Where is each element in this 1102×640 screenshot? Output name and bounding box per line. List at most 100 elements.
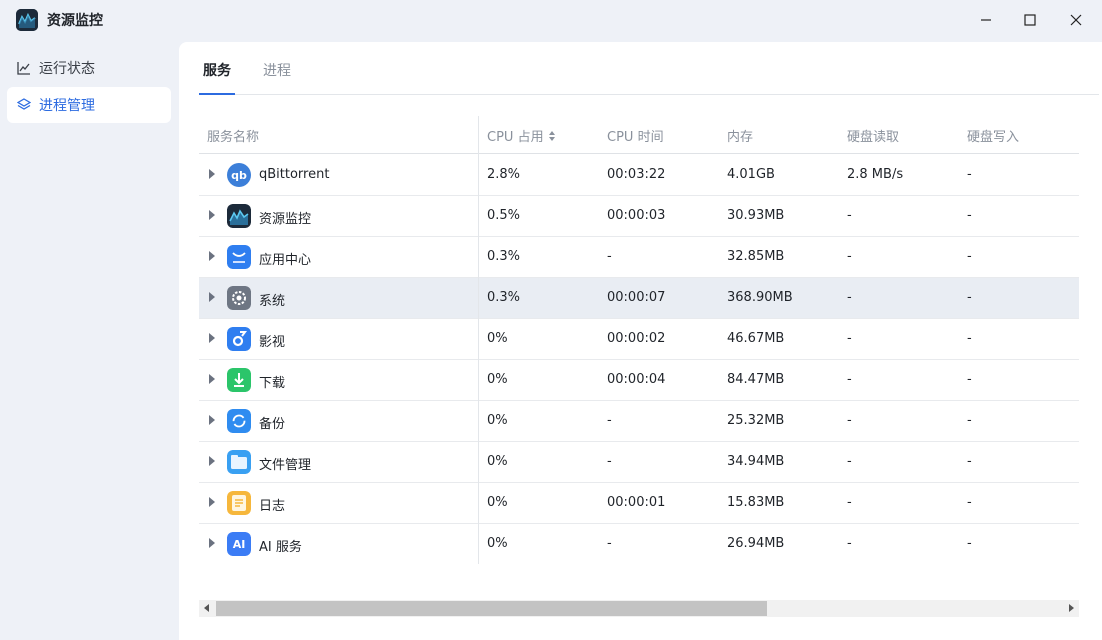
cell-disk-write: - [967, 536, 972, 551]
window-title: 资源监控 [47, 13, 103, 29]
column-header-cpu-time[interactable]: CPU 时间 [607, 126, 664, 145]
cell-memory: 4.01GB [727, 167, 775, 182]
cell-disk-read: - [847, 454, 852, 469]
cell-cpu: 0.3% [487, 290, 521, 305]
expand-caret-icon[interactable] [209, 333, 215, 343]
sidebar-item-label: 进程管理 [39, 98, 95, 114]
cell-disk-write: - [967, 290, 972, 305]
cell-service-name: 系统 [259, 294, 286, 309]
resource-monitor-icon [227, 204, 251, 228]
cell-cpu-time: 00:00:02 [607, 331, 666, 346]
column-header-disk-read[interactable]: 硬盘读取 [847, 126, 899, 145]
cell-disk-write: - [967, 454, 972, 469]
backup-icon [227, 409, 251, 433]
qbittorrent-icon: qb [227, 163, 251, 187]
cell-cpu-time: - [607, 249, 612, 264]
cell-cpu: 0.5% [487, 208, 521, 223]
column-header-memory[interactable]: 内存 [727, 126, 753, 145]
cell-cpu-time: 00:03:22 [607, 167, 666, 182]
log-icon [227, 491, 251, 515]
table-row[interactable]: 下载 0% 00:00:04 84.47MB - - [199, 360, 1079, 401]
expand-caret-icon[interactable] [209, 210, 215, 220]
column-header-disk-write[interactable]: 硬盘写入 [967, 126, 1019, 145]
table-row[interactable]: 应用中心 0.3% - 32.85MB - - [199, 237, 1079, 278]
cell-memory: 34.94MB [727, 454, 785, 469]
sort-icon [548, 130, 555, 141]
cell-disk-write: - [967, 249, 972, 264]
cell-service-name: 资源监控 [259, 212, 312, 227]
sidebar-item-label: 运行状态 [39, 61, 95, 77]
expand-caret-icon[interactable] [209, 538, 215, 548]
table-row[interactable]: 影视 0% 00:00:02 46.67MB - - [199, 319, 1079, 360]
video-icon [227, 327, 251, 351]
cell-service-name: 文件管理 [259, 458, 312, 473]
line-chart-icon [17, 61, 31, 75]
column-header-name[interactable]: 服务名称 [207, 126, 259, 145]
cell-disk-read: - [847, 208, 852, 223]
cell-memory: 84.47MB [727, 372, 785, 387]
scroll-left-icon[interactable] [204, 604, 209, 612]
cell-cpu-time: - [607, 454, 612, 469]
table-row[interactable]: 系统 0.3% 00:00:07 368.90MB - - [199, 278, 1079, 319]
ai-icon: AI [227, 532, 251, 556]
table-row[interactable]: 备份 0% - 25.32MB - - [199, 401, 1079, 442]
sidebar-item-status[interactable]: 运行状态 [7, 50, 171, 86]
table-row[interactable]: AI AI 服务 0% - 26.94MB - - [199, 524, 1079, 564]
tab-services[interactable]: 服务 [199, 60, 235, 95]
expand-caret-icon[interactable] [209, 169, 215, 179]
cell-disk-read: 2.8 MB/s [847, 167, 904, 182]
minimize-button[interactable] [970, 6, 1002, 34]
column-header-cpu-label: CPU 占用 [487, 130, 544, 145]
table-row[interactable]: 日志 0% 00:00:01 15.83MB - - [199, 483, 1079, 524]
horizontal-scrollbar[interactable] [199, 600, 1079, 617]
resource-monitor-logo-icon [16, 9, 38, 31]
column-divider [478, 116, 479, 564]
cell-service-name: AI 服务 [259, 540, 302, 555]
maximize-button[interactable] [1014, 6, 1046, 34]
expand-caret-icon[interactable] [209, 251, 215, 261]
close-icon [1070, 14, 1082, 26]
cell-service-name: 影视 [259, 335, 286, 350]
folder-icon [227, 450, 251, 474]
app-store-icon [227, 245, 251, 269]
expand-caret-icon[interactable] [209, 292, 215, 302]
cell-memory: 46.67MB [727, 331, 785, 346]
table-row[interactable]: qb qBittorrent 2.8% 00:03:22 4.01GB 2.8 MB/s - [199, 155, 1079, 196]
cell-cpu-time: 00:00:01 [607, 495, 666, 510]
scrollbar-thumb[interactable] [216, 601, 767, 616]
main-panel: 服务 进程 服务名称 CPU 占用 CPU 时间 内存 硬盘读取 硬盘写入 qb… [179, 42, 1102, 640]
cell-disk-read: - [847, 249, 852, 264]
table-row[interactable]: 资源监控 0.5% 00:00:03 30.93MB - - [199, 196, 1079, 237]
scroll-right-icon[interactable] [1069, 604, 1074, 612]
cell-cpu-time: 00:00:04 [607, 372, 666, 387]
cell-service-name: 备份 [259, 417, 286, 432]
cell-disk-write: - [967, 495, 972, 510]
cell-disk-write: - [967, 372, 972, 387]
expand-caret-icon[interactable] [209, 415, 215, 425]
cell-cpu-time: 00:00:03 [607, 208, 666, 223]
cell-cpu-time: - [607, 413, 612, 428]
services-table: 服务名称 CPU 占用 CPU 时间 内存 硬盘读取 硬盘写入 qb qBitto… [199, 116, 1079, 564]
maximize-icon [1024, 14, 1036, 26]
table-row[interactable]: 文件管理 0% - 34.94MB - - [199, 442, 1079, 483]
layers-icon [17, 98, 31, 112]
cell-disk-write: - [967, 208, 972, 223]
cell-disk-read: - [847, 331, 852, 346]
column-header-cpu[interactable]: CPU 占用 [487, 126, 556, 145]
expand-caret-icon[interactable] [209, 497, 215, 507]
download-icon [227, 368, 251, 392]
expand-caret-icon[interactable] [209, 374, 215, 384]
cell-cpu: 0% [487, 413, 508, 428]
cell-memory: 32.85MB [727, 249, 785, 264]
gear-icon [227, 286, 251, 310]
close-button[interactable] [1060, 6, 1092, 34]
sidebar-item-process-manager[interactable]: 进程管理 [7, 87, 171, 123]
tab-processes[interactable]: 进程 [263, 60, 291, 95]
tab-bar: 服务 进程 [199, 42, 1099, 95]
cell-memory: 15.83MB [727, 495, 785, 510]
expand-caret-icon[interactable] [209, 456, 215, 466]
title-bar: 资源监控 [0, 0, 1102, 42]
cell-cpu: 0% [487, 331, 508, 346]
cell-disk-read: - [847, 495, 852, 510]
cell-disk-read: - [847, 372, 852, 387]
